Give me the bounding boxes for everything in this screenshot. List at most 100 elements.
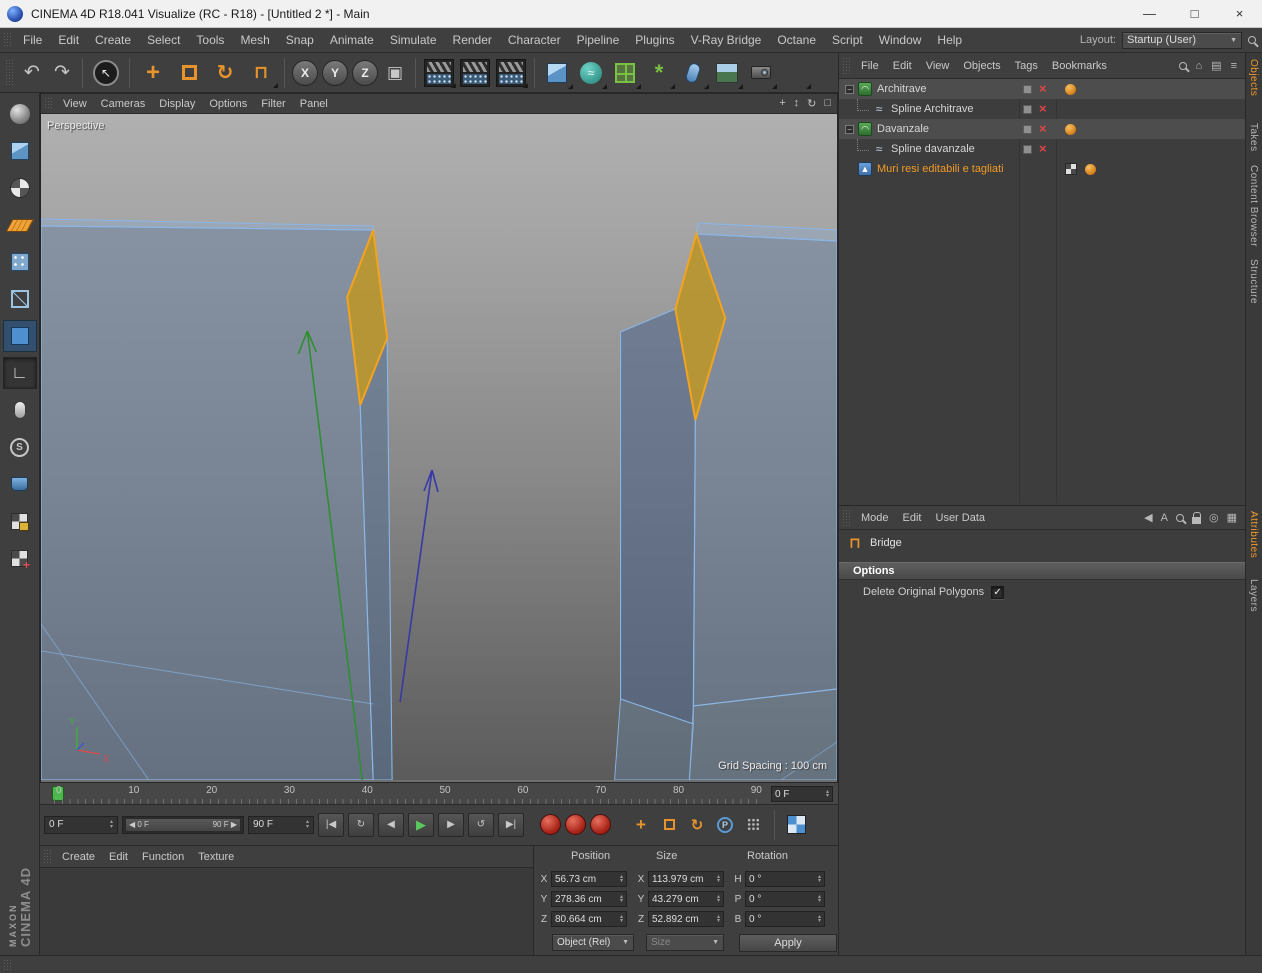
visibility-toggle[interactable] — [1023, 84, 1032, 94]
lock-texture-button[interactable] — [3, 505, 37, 537]
history-back-icon[interactable]: ◀ — [1144, 511, 1152, 524]
attribute-menu-item[interactable]: Mode — [854, 512, 896, 524]
viewport-canvas[interactable]: Y X Perspective Grid Spacing : 100 cm — [41, 114, 837, 780]
edges-mode-button[interactable] — [3, 283, 37, 315]
menu-item[interactable]: Render — [445, 33, 500, 47]
collapse-icon[interactable]: − — [845, 84, 854, 94]
spinner-icon[interactable]: ▴ ▾ — [110, 819, 113, 829]
undo-button[interactable]: ↶ — [17, 57, 47, 89]
object-manager-menu-item[interactable]: Tags — [1008, 60, 1045, 72]
add-spline-button[interactable]: ≈ — [574, 56, 608, 90]
keyframe-presets-button[interactable] — [784, 814, 808, 836]
layers-icon[interactable]: ▤ — [1211, 59, 1221, 72]
key-rotation-toggle[interactable]: ↻ — [685, 814, 709, 836]
key-position-toggle[interactable]: + — [629, 814, 653, 836]
palette-grip[interactable] — [3, 31, 12, 49]
phong-tag-icon[interactable] — [1065, 83, 1076, 95]
object-row-davanzale[interactable]: − ◠ Davanzale × — [839, 119, 1245, 139]
tab-layers[interactable]: Layers — [1248, 579, 1259, 612]
add-mograph-button[interactable]: * — [642, 56, 676, 90]
preview-range-thumb[interactable]: ◀ 0 F 90 F ▶ — [125, 817, 241, 832]
spinner-icon[interactable]: ▴ ▾ — [818, 914, 821, 924]
play-button[interactable]: ▶ — [408, 812, 434, 837]
spinner-icon[interactable]: ▴ ▾ — [818, 894, 821, 904]
spinner-icon[interactable]: ▴ ▾ — [306, 819, 309, 829]
material-manager-grip[interactable] — [43, 849, 52, 864]
object-manager-menu-item[interactable]: Edit — [886, 60, 919, 72]
menu-item[interactable]: Simulate — [382, 33, 445, 47]
close-button[interactable]: × — [1217, 0, 1262, 27]
size-y-field[interactable]: Y 43.279 cm ▴ ▾ — [637, 891, 724, 907]
menu-item[interactable]: File — [15, 33, 50, 47]
visibility-toggle[interactable] — [1023, 144, 1032, 154]
attribute-menu-item[interactable]: User Data — [929, 512, 993, 524]
delete-original-polygons-checkbox[interactable]: ✓ — [991, 585, 1005, 599]
viewport-solo-button[interactable] — [3, 394, 37, 426]
menu-item[interactable]: Mesh — [232, 33, 277, 47]
layout-dropdown[interactable]: Startup (User) ▼ — [1122, 31, 1242, 49]
goto-start-button[interactable]: |◀ — [318, 812, 344, 837]
material-menu-item[interactable]: Function — [135, 851, 191, 863]
current-frame-field[interactable]: 0 F ▴ ▾ — [771, 786, 833, 802]
frame-end-field[interactable]: 90 F ▴ ▾ — [248, 815, 314, 834]
lock-z-axis-button[interactable]: Z — [350, 57, 380, 89]
minimize-button[interactable]: — — [1127, 0, 1172, 27]
tab-takes[interactable]: Takes — [1248, 123, 1259, 152]
object-row-architrave[interactable]: − ◠ Architrave × — [839, 79, 1245, 99]
size-mode-dropdown[interactable]: Size ▼ — [646, 934, 724, 951]
rotation-h-field[interactable]: H 0 ° ▴ ▾ — [734, 871, 825, 887]
material-menu-item[interactable]: Edit — [102, 851, 135, 863]
pan-view-icon[interactable]: + — [779, 97, 785, 110]
phong-tag-icon[interactable] — [1085, 163, 1096, 175]
rotate-tool-button[interactable]: ↻ — [207, 57, 243, 89]
viewport-menu-item[interactable]: Filter — [254, 98, 292, 110]
previous-frame-button[interactable]: ◀ — [378, 812, 404, 837]
spinner-icon[interactable]: ▴ ▾ — [818, 874, 821, 884]
scale-tool-button[interactable] — [171, 57, 207, 89]
history-forward-icon[interactable]: A — [1161, 512, 1168, 524]
texture-mode-button[interactable] — [3, 172, 37, 204]
menu-item[interactable]: Window — [871, 33, 930, 47]
camera-label[interactable]: Perspective — [47, 120, 104, 132]
object-manager-menu-item[interactable]: View — [919, 60, 957, 72]
panel-menu-icon[interactable]: ≡ — [1231, 60, 1237, 72]
redo-button[interactable]: ↷ — [47, 57, 77, 89]
render-view-button[interactable] — [421, 57, 457, 89]
render-disable-icon[interactable]: × — [1039, 102, 1047, 115]
key-parameter-toggle[interactable]: P — [713, 814, 737, 836]
coordinate-system-button[interactable]: ▣ — [380, 57, 410, 89]
add-environment-button[interactable] — [710, 56, 744, 90]
visibility-toggle[interactable] — [1023, 104, 1032, 114]
spinner-icon[interactable]: ▴ ▾ — [620, 874, 623, 884]
menu-item[interactable]: Edit — [50, 33, 87, 47]
make-editable-button[interactable] — [3, 98, 37, 130]
add-camera-button[interactable] — [744, 56, 778, 90]
viewport-menu-item[interactable]: Cameras — [94, 98, 153, 110]
preview-range-slider[interactable]: ◀ 0 F 90 F ▶ — [122, 815, 244, 834]
menu-item[interactable]: Help — [929, 33, 970, 47]
lock-x-axis-button[interactable]: X — [290, 57, 320, 89]
texture-tag-icon[interactable] — [1065, 163, 1077, 175]
frame-start-field[interactable]: 0 F ▴ ▾ — [44, 815, 118, 834]
menu-item[interactable]: Create — [87, 33, 139, 47]
polygons-mode-button[interactable] — [2, 320, 37, 352]
menu-item[interactable]: Script — [824, 33, 871, 47]
workplane-mode-button[interactable] — [3, 209, 37, 241]
attribute-manager-grip[interactable] — [842, 509, 851, 526]
menu-item[interactable]: Octane — [769, 33, 824, 47]
spinner-icon[interactable]: ▴ ▾ — [717, 894, 720, 904]
lock-icon[interactable] — [1191, 511, 1201, 524]
object-manager-menu-item[interactable]: Bookmarks — [1045, 60, 1114, 72]
search-icon[interactable] — [1178, 61, 1187, 70]
rotation-b-field[interactable]: B 0 ° ▴ ▾ — [734, 911, 825, 927]
model-mode-button[interactable] — [3, 135, 37, 167]
lock-y-axis-button[interactable]: Y — [320, 57, 350, 89]
viewport-menu-item[interactable]: Panel — [293, 98, 335, 110]
paint-setup-wizard-button[interactable] — [3, 468, 37, 500]
attribute-menu-item[interactable]: Edit — [896, 512, 929, 524]
viewport-grip[interactable] — [44, 96, 53, 111]
menu-item[interactable]: Plugins — [627, 33, 682, 47]
object-manager-menu-item[interactable]: Objects — [956, 60, 1007, 72]
viewport-menu-item[interactable]: Options — [202, 98, 254, 110]
object-row-spline-architrave[interactable]: ≈ Spline Architrave × — [839, 99, 1245, 119]
